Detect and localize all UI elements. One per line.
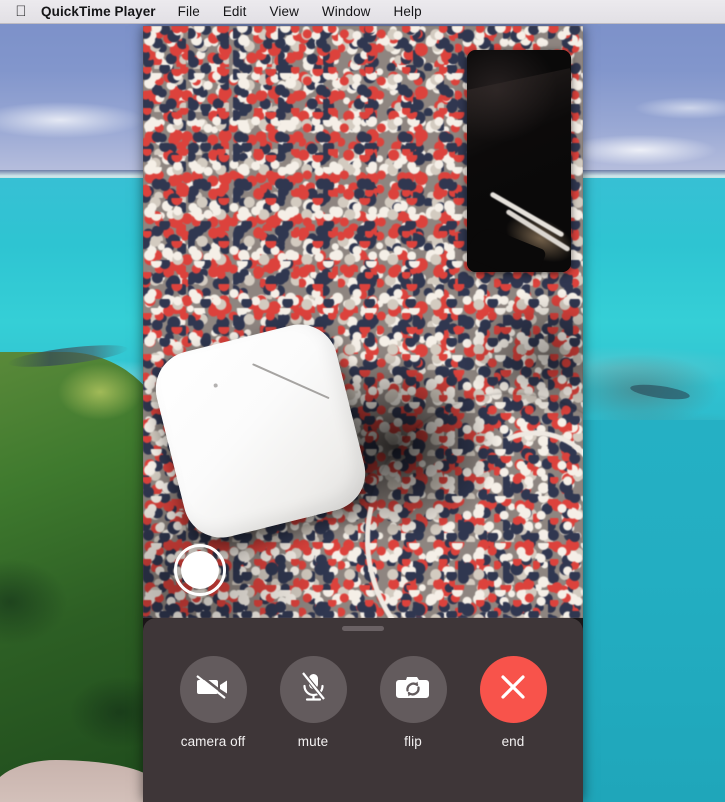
- panel-drag-handle[interactable]: [342, 626, 384, 631]
- microphone-off-icon: [298, 671, 328, 708]
- apple-logo-icon[interactable]: : [12, 3, 30, 21]
- quicktime-player-window: camera off mute flip end: [143, 26, 583, 802]
- flip-camera-button-circle: [379, 656, 447, 723]
- camera-flip-icon: [395, 673, 431, 706]
- close-x-icon: [496, 670, 530, 709]
- menu-item-edit[interactable]: Edit: [223, 4, 247, 19]
- end-call-button[interactable]: end: [479, 656, 547, 749]
- menu-app-name[interactable]: QuickTime Player: [41, 4, 156, 19]
- video-camera-off-icon: [195, 672, 231, 707]
- call-controls-row: camera off mute flip end: [143, 656, 583, 749]
- camera-off-button[interactable]: camera off: [179, 656, 247, 749]
- capture-photo-button-inner: [181, 551, 219, 589]
- airpods-lid-seam: [252, 363, 330, 400]
- capture-photo-button[interactable]: [174, 544, 226, 596]
- menu-item-file[interactable]: File: [178, 4, 200, 19]
- mute-button[interactable]: mute: [279, 656, 347, 749]
- remote-video-feed[interactable]: [143, 26, 583, 618]
- airpods-highlight-dot: [213, 383, 219, 388]
- flip-camera-button-label: flip: [404, 734, 422, 749]
- menu-item-help[interactable]: Help: [394, 4, 422, 19]
- menu-bar:  QuickTime Player File Edit View Window…: [0, 0, 725, 24]
- call-control-panel: camera off mute flip end: [143, 618, 583, 802]
- camera-off-button-circle: [179, 656, 247, 723]
- menu-item-view[interactable]: View: [270, 4, 299, 19]
- mute-button-circle: [279, 656, 347, 723]
- menu-item-window[interactable]: Window: [322, 4, 371, 19]
- screen:  QuickTime Player File Edit View Window…: [0, 0, 725, 802]
- self-view-pip[interactable]: [467, 50, 571, 272]
- mute-button-label: mute: [297, 734, 329, 749]
- end-call-button-circle: [479, 656, 547, 723]
- camera-off-button-label: camera off: [180, 734, 246, 749]
- end-call-button-label: end: [501, 734, 525, 749]
- flip-camera-button[interactable]: flip: [379, 656, 447, 749]
